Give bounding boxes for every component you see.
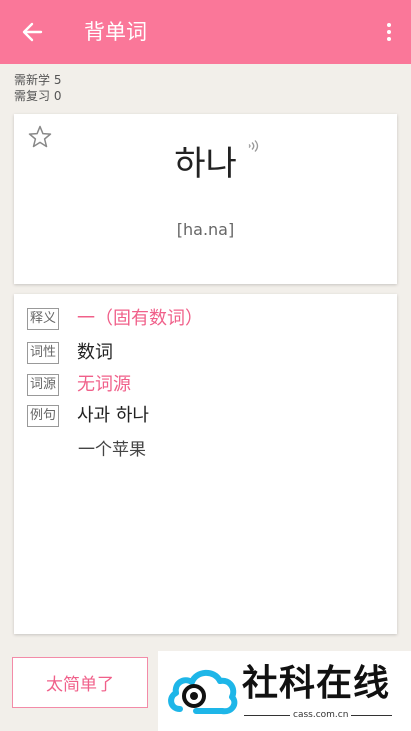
meaning-value: 一（固有数词） (77, 308, 203, 329)
word-hangul: 하나 (174, 144, 237, 184)
page-title: 背单词 (84, 20, 147, 44)
example-translation: 一个苹果 (78, 440, 146, 460)
example-row: 例句 사과 하나 (27, 404, 149, 428)
word-card: 하나 [ha.na] (14, 114, 397, 284)
app-bar: 背单词 (0, 0, 411, 64)
watermark: 社科在线 cass.com.cn (158, 651, 411, 731)
more-options-button[interactable] (381, 18, 397, 46)
watermark-domain: cass.com.cn (290, 709, 352, 721)
etymology-value: 无词源 (77, 374, 131, 395)
sound-wave-icon (248, 140, 259, 152)
back-arrow-icon (22, 22, 43, 42)
etymology-row: 词源 无词源 (27, 373, 131, 397)
back-button[interactable] (18, 18, 46, 46)
watermark-name: 社科在线 (242, 663, 391, 704)
detail-card: 释义 一（固有数词） 词性 数词 词源 无词源 例句 사과 하나 一个苹果 (14, 294, 397, 634)
review-count: 需复习 0 (14, 89, 62, 103)
example-sentence: 사과 하나 (77, 405, 149, 426)
word-phonetic: [ha.na] (176, 220, 235, 239)
study-counts: 需新学 5 需复习 0 (14, 72, 61, 104)
cass-logo-icon (168, 669, 238, 715)
meaning-row: 释义 一（固有数词） (27, 307, 203, 331)
play-sound-button[interactable] (246, 138, 262, 154)
etymology-tag: 词源 (27, 374, 59, 396)
new-count: 需新学 5 (14, 73, 62, 87)
part-of-speech-tag: 词性 (27, 342, 59, 364)
too-easy-button[interactable]: 太简单了 (12, 657, 148, 708)
part-of-speech-row: 词性 数词 (27, 341, 113, 365)
part-of-speech-value: 数词 (77, 342, 113, 363)
example-tag: 例句 (27, 405, 59, 427)
meaning-tag: 释义 (27, 308, 59, 330)
more-vertical-icon (387, 23, 391, 27)
